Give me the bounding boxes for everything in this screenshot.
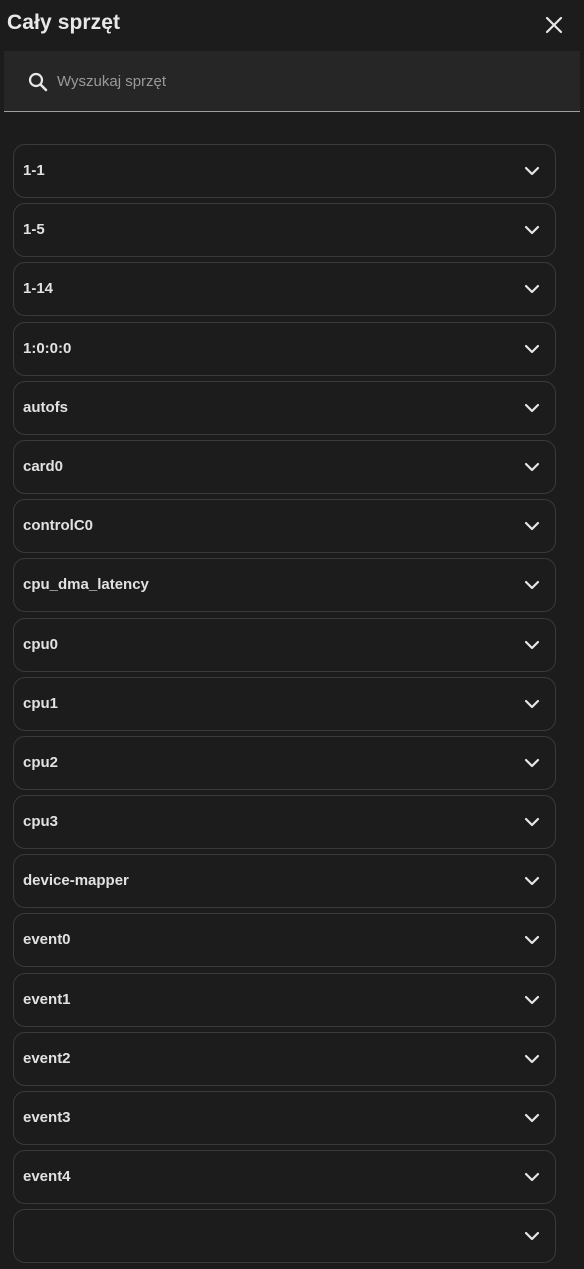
list-item[interactable]: autofs xyxy=(13,380,556,435)
list-item-label: card0 xyxy=(23,457,64,475)
list-item[interactable]: cpu3 xyxy=(13,795,556,850)
list-item-label: 1-1 xyxy=(23,162,45,179)
dialog-title: Cały sprzęt xyxy=(7,11,121,34)
list-item[interactable]: card0 xyxy=(13,439,556,494)
list-item[interactable]: event3 xyxy=(13,1091,556,1145)
chevron-down-icon[interactable] xyxy=(523,517,541,535)
list-item[interactable]: cpu1 xyxy=(13,676,556,731)
list-item[interactable]: 1-5 xyxy=(13,203,556,258)
list-item[interactable]: 1-14 xyxy=(13,262,556,317)
list-item-label: 1-14 xyxy=(23,280,54,298)
chevron-down-icon[interactable] xyxy=(523,695,541,713)
list-item-label: 1:0:0:0 xyxy=(23,339,72,357)
chevron-down-icon[interactable] xyxy=(523,280,541,298)
search-icon xyxy=(28,72,48,92)
close-icon xyxy=(545,16,563,34)
list-item-label: event0 xyxy=(23,931,71,949)
close-button[interactable] xyxy=(539,10,569,40)
chevron-down-icon[interactable] xyxy=(523,931,541,949)
list-item[interactable]: cpu0 xyxy=(13,617,556,672)
search-field[interactable] xyxy=(4,51,580,112)
chevron-down-icon[interactable] xyxy=(523,340,541,358)
list-item[interactable]: event1 xyxy=(13,972,556,1027)
list-item-label: cpu2 xyxy=(23,753,59,771)
list-item[interactable] xyxy=(13,1209,556,1264)
list-item[interactable]: device-mapper xyxy=(13,854,556,909)
chevron-down-icon[interactable] xyxy=(523,754,541,772)
list-item-label: cpu1 xyxy=(23,694,59,712)
list-item-label: event2 xyxy=(23,1049,71,1067)
list-item-label: event4 xyxy=(23,1168,71,1186)
list-item[interactable]: cpu2 xyxy=(13,735,556,790)
list-item-label: cpu_dma_latency xyxy=(23,576,149,594)
search-input[interactable] xyxy=(56,51,557,111)
chevron-down-icon[interactable] xyxy=(523,221,541,239)
list-item-label: controlC0 xyxy=(23,517,94,535)
list-item[interactable]: 1-1 xyxy=(13,144,556,198)
list-item[interactable]: controlC0 xyxy=(13,499,556,554)
device-list: 1-1 1-5 1-14 1:0:0:0 autofs card0 controlC0 cpu… xyxy=(13,144,556,1269)
dialog-header: Cały sprzęt xyxy=(0,0,584,51)
chevron-down-icon[interactable] xyxy=(523,1168,541,1186)
chevron-down-icon[interactable] xyxy=(523,813,541,831)
list-item-label: event3 xyxy=(23,1109,71,1126)
list-item-label: autofs xyxy=(23,398,68,416)
list-item-label: cpu0 xyxy=(23,635,59,653)
list-item[interactable]: event2 xyxy=(13,1031,556,1086)
chevron-down-icon[interactable] xyxy=(523,1050,541,1068)
chevron-down-icon[interactable] xyxy=(523,1227,541,1245)
list-item[interactable]: event4 xyxy=(13,1150,556,1205)
list-item[interactable]: event0 xyxy=(13,913,556,968)
chevron-down-icon[interactable] xyxy=(523,458,541,476)
chevron-down-icon[interactable] xyxy=(523,991,541,1009)
chevron-down-icon[interactable] xyxy=(523,399,541,417)
list-item-label: device-mapper xyxy=(23,872,129,890)
chevron-down-icon[interactable] xyxy=(523,1109,541,1127)
list-item-label: event1 xyxy=(23,990,71,1008)
chevron-down-icon[interactable] xyxy=(523,576,541,594)
chevron-down-icon[interactable] xyxy=(523,636,541,654)
chevron-down-icon[interactable] xyxy=(523,872,541,890)
list-item[interactable]: cpu_dma_latency xyxy=(13,558,556,613)
list-item-label: 1-5 xyxy=(23,221,45,239)
list-item[interactable]: 1:0:0:0 xyxy=(13,321,556,376)
list-item-label: cpu3 xyxy=(23,813,59,831)
chevron-down-icon[interactable] xyxy=(523,162,541,180)
